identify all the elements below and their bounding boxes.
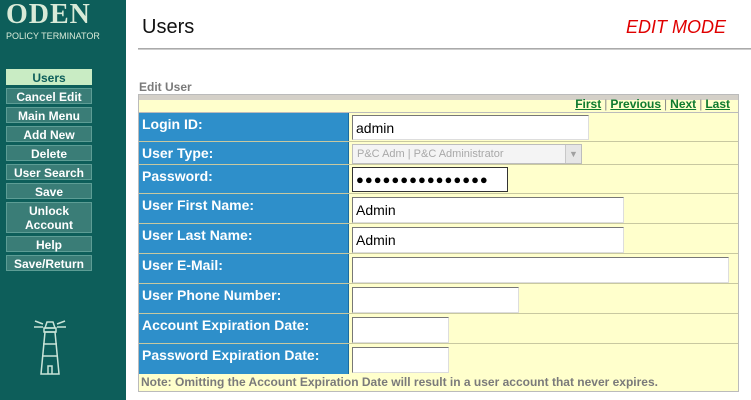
cancel-edit-button[interactable]: Cancel Edit: [6, 88, 92, 104]
section-label: Edit User: [139, 80, 192, 94]
main-menu-button[interactable]: Main Menu: [6, 107, 92, 123]
nav-separator: |: [604, 97, 608, 111]
add-new-button[interactable]: Add New: [6, 126, 92, 142]
login-id-input[interactable]: admin: [352, 115, 589, 140]
phone-label: User Phone Number:: [139, 284, 349, 313]
form-row-login-id: Login ID: admin: [139, 113, 738, 142]
email-cell: [350, 254, 738, 283]
password-cell: ●●●●●●●●●●●●●●●: [350, 165, 738, 193]
account-expiration-input[interactable]: [352, 317, 449, 343]
chevron-down-icon[interactable]: ▼: [565, 145, 581, 163]
lighthouse-icon: [34, 320, 66, 375]
header-divider: [138, 48, 751, 50]
page-title: Users: [142, 16, 195, 38]
logo-subtitle: POLICY TERMINATOR: [6, 31, 100, 41]
email-input[interactable]: [352, 257, 729, 283]
form-row-user-type: User Type: P&C Adm | P&C Administrator ▼: [139, 142, 738, 165]
form-row-last-name: User Last Name: Admin: [139, 224, 738, 254]
edit-mode-indicator: EDIT MODE: [626, 17, 727, 37]
password-expiration-input[interactable]: [352, 347, 449, 373]
first-link[interactable]: First: [575, 97, 601, 111]
form-row-first-name: User First Name: Admin: [139, 194, 738, 224]
phone-cell: [350, 284, 738, 313]
last-name-cell: Admin: [350, 224, 738, 253]
user-type-cell: P&C Adm | P&C Administrator ▼: [350, 142, 738, 164]
password-expiration-cell: [350, 344, 738, 374]
sidebar: ODEN POLICY TERMINATOR Users Cancel Edit…: [0, 0, 126, 400]
edit-user-form: First | Previous | Next | Last Login ID: admin…: [138, 94, 739, 392]
first-name-input[interactable]: Admin: [352, 197, 624, 223]
record-nav-links: First | Previous | Next | Last: [575, 97, 730, 111]
account-expiration-label: Account Expiration Date:: [139, 314, 349, 343]
password-input[interactable]: ●●●●●●●●●●●●●●●: [352, 167, 508, 192]
user-type-value: P&C Adm | P&C Administrator: [357, 148, 504, 160]
password-expiration-label: Password Expiration Date:: [139, 344, 349, 374]
sidebar-menu: Users Cancel Edit Main Menu Add New Dele…: [6, 69, 92, 274]
form-row-account-expiration: Account Expiration Date:: [139, 314, 738, 344]
expiration-note: Note: Omitting the Account Expiration Da…: [139, 374, 738, 391]
sidebar-divider: [126, 0, 130, 400]
unlock-account-button[interactable]: Unlock Account: [6, 202, 92, 233]
save-return-button[interactable]: Save/Return: [6, 255, 92, 271]
user-type-select[interactable]: P&C Adm | P&C Administrator ▼: [352, 144, 582, 164]
form-row-password: Password: ●●●●●●●●●●●●●●●: [139, 165, 738, 194]
previous-link[interactable]: Previous: [610, 97, 661, 111]
form-row-phone: User Phone Number:: [139, 284, 738, 314]
logo-title: ODEN: [6, 0, 91, 30]
record-navigation: First | Previous | Next | Last: [139, 95, 738, 113]
nav-separator: |: [699, 97, 703, 111]
email-label: User E-Mail:: [139, 254, 349, 283]
form-row-password-expiration: Password Expiration Date:: [139, 344, 738, 374]
save-button[interactable]: Save: [6, 183, 92, 199]
phone-input[interactable]: [352, 287, 519, 313]
user-search-button[interactable]: User Search: [6, 164, 92, 180]
last-name-label: User Last Name:: [139, 224, 349, 253]
next-link[interactable]: Next: [670, 97, 696, 111]
user-type-label: User Type:: [139, 142, 349, 164]
help-button[interactable]: Help: [6, 236, 92, 252]
form-row-email: User E-Mail:: [139, 254, 738, 284]
last-link[interactable]: Last: [705, 97, 730, 111]
delete-button[interactable]: Delete: [6, 145, 92, 161]
login-id-cell: admin: [350, 113, 738, 141]
app-logo: ODEN POLICY TERMINATOR: [6, 0, 122, 42]
nav-separator: |: [664, 97, 668, 111]
first-name-label: User First Name:: [139, 194, 349, 223]
first-name-cell: Admin: [350, 194, 738, 223]
last-name-input[interactable]: Admin: [352, 227, 624, 253]
login-id-label: Login ID:: [139, 113, 349, 141]
password-label: Password:: [139, 165, 349, 193]
sidebar-item-users[interactable]: Users: [6, 69, 92, 85]
account-expiration-cell: [350, 314, 738, 343]
